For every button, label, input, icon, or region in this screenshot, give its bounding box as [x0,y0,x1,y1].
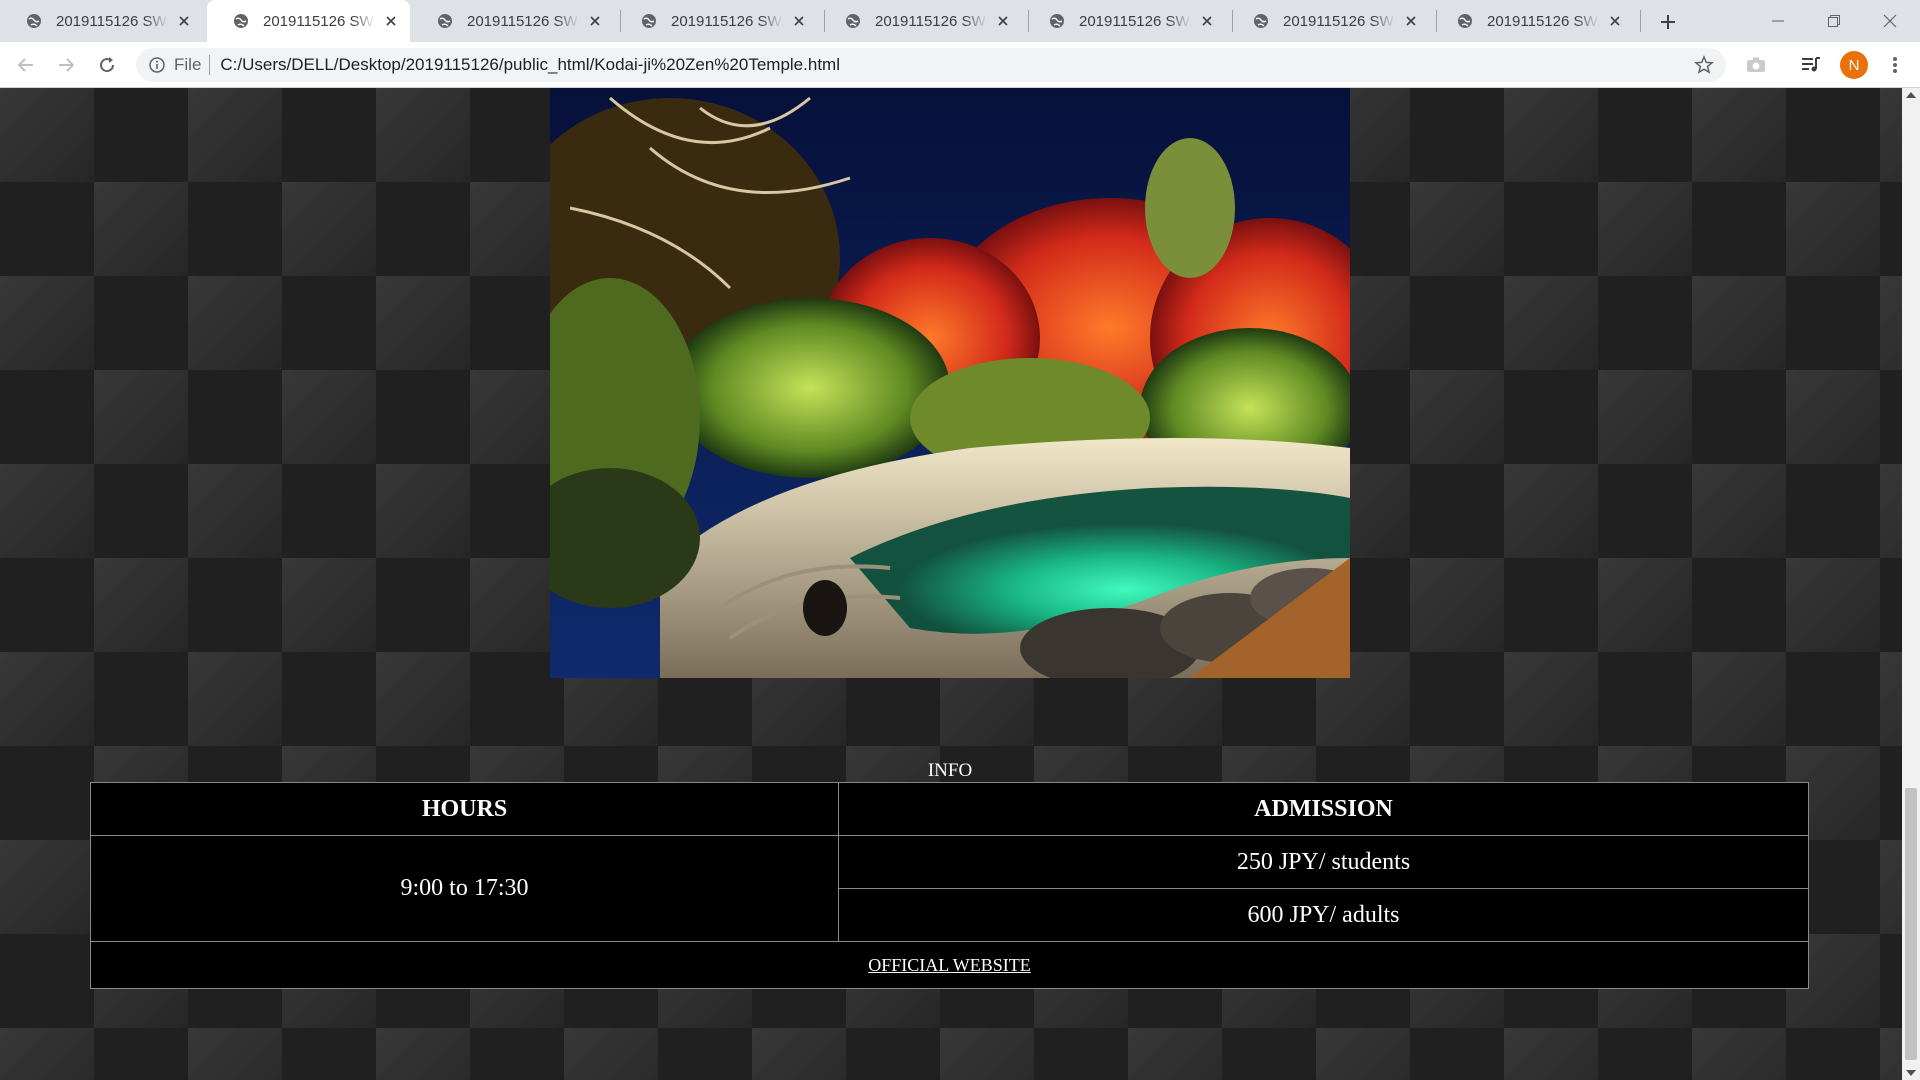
browser-tab[interactable]: 2019115126 SWAN [819,0,1022,42]
tab-title: 2019115126 SWAN [1283,12,1395,30]
restore-button[interactable] [1806,0,1862,42]
info-icon[interactable] [148,56,166,74]
globe-icon [1254,14,1268,28]
page-content: INFO HOURS ADMISSION 9:00 to 17:30 250 J… [0,88,1902,1080]
plus-icon [1661,15,1675,29]
scroll-down-arrow-icon[interactable] [1906,1070,1916,1076]
url-text[interactable]: C:/Users/DELL/Desktop/2019115126/public_… [220,55,840,75]
close-icon[interactable] [1607,13,1622,29]
hours-header: HOURS [90,782,839,836]
screenshot-extension-button[interactable] [1740,49,1772,81]
close-icon[interactable] [1403,13,1418,29]
close-icon[interactable] [176,13,191,29]
close-icon [1883,14,1897,28]
scrollbar-thumb[interactable] [1905,788,1917,1060]
browser-toolbar: File C:/Users/DELL/Desktop/2019115126/pu… [0,42,1920,88]
close-icon[interactable] [1199,13,1214,29]
tab-title: 2019115126 SWAN [671,12,783,30]
globe-icon [642,14,656,28]
admission-adults: 600 JPY/ adults [838,888,1809,942]
browser-tab[interactable]: 2019115126 SWAN [1023,0,1226,42]
minimize-button[interactable] [1750,0,1806,42]
browser-tab[interactable]: 2019115126 SWAN [615,0,818,42]
restore-icon [1828,15,1840,27]
close-icon[interactable] [791,13,806,29]
tab-title: 2019115126 SWAN [467,12,579,30]
globe-icon [27,14,41,28]
camera-icon [1747,57,1765,72]
playlist-icon [1802,57,1820,72]
browser-tab[interactable]: 2019115126 SWAN [411,0,614,42]
temple-garden-image [550,88,1350,678]
tab-title: 2019115126 SWAN [263,12,375,30]
browser-tab[interactable]: 2019115126 SWAN [1431,0,1634,42]
close-icon[interactable] [587,13,602,29]
scroll-up-arrow-icon[interactable] [1906,92,1916,98]
new-tab-button[interactable] [1654,8,1682,36]
kebab-menu-icon [1893,57,1897,73]
media-control-button[interactable] [1795,49,1827,81]
reload-icon [100,57,115,73]
forward-button[interactable] [50,49,82,81]
browser-tab[interactable]: 2019115126 SWAN [1227,0,1430,42]
browser-tab-active[interactable]: 2019115126 SWAN [207,0,410,42]
tab-strip: 2019115126 SWAN 2019115126 SWAN 20191151… [0,0,1920,42]
profile-avatar[interactable]: N [1840,51,1868,79]
minimize-icon [1772,20,1784,22]
admission-header: ADMISSION [838,782,1809,836]
address-bar[interactable]: File C:/Users/DELL/Desktop/2019115126/pu… [136,48,1726,82]
back-button[interactable] [10,49,42,81]
hours-value: 9:00 to 17:30 [90,835,839,942]
scheme-label: File [174,55,202,74]
globe-icon [234,14,248,28]
globe-icon [846,14,860,28]
tab-title: 2019115126 SWAN [875,12,987,30]
close-icon[interactable] [383,13,398,29]
arrow-left-icon [17,58,33,72]
browser-tab[interactable]: 2019115126 SWAN [0,0,203,42]
close-icon[interactable] [995,13,1010,29]
vertical-scrollbar[interactable] [1902,88,1920,1080]
page-viewport: INFO HOURS ADMISSION 9:00 to 17:30 250 J… [0,88,1920,1080]
admission-students: 250 JPY/ students [838,835,1809,889]
tab-title: 2019115126 SWAN [1079,12,1191,30]
tab-title: 2019115126 SWAN [56,12,168,30]
star-icon[interactable] [1694,55,1714,75]
globe-icon [1050,14,1064,28]
omnibox-divider [209,55,211,75]
table-caption: INFO [927,760,973,781]
official-website-cell: OFFICIAL WEBSITE [90,941,1809,989]
close-window-button[interactable] [1862,0,1918,42]
tab-separator [1640,10,1641,32]
official-website-link[interactable]: OFFICIAL WEBSITE [868,955,1031,975]
menu-button[interactable] [1879,49,1911,81]
arrow-right-icon [59,58,75,72]
tab-title: 2019115126 SWAN [1487,12,1599,30]
reload-button[interactable] [91,49,123,81]
info-table: HOURS ADMISSION 9:00 to 17:30 250 JPY/ s… [90,782,1809,989]
globe-icon [1458,14,1472,28]
globe-icon [438,14,452,28]
